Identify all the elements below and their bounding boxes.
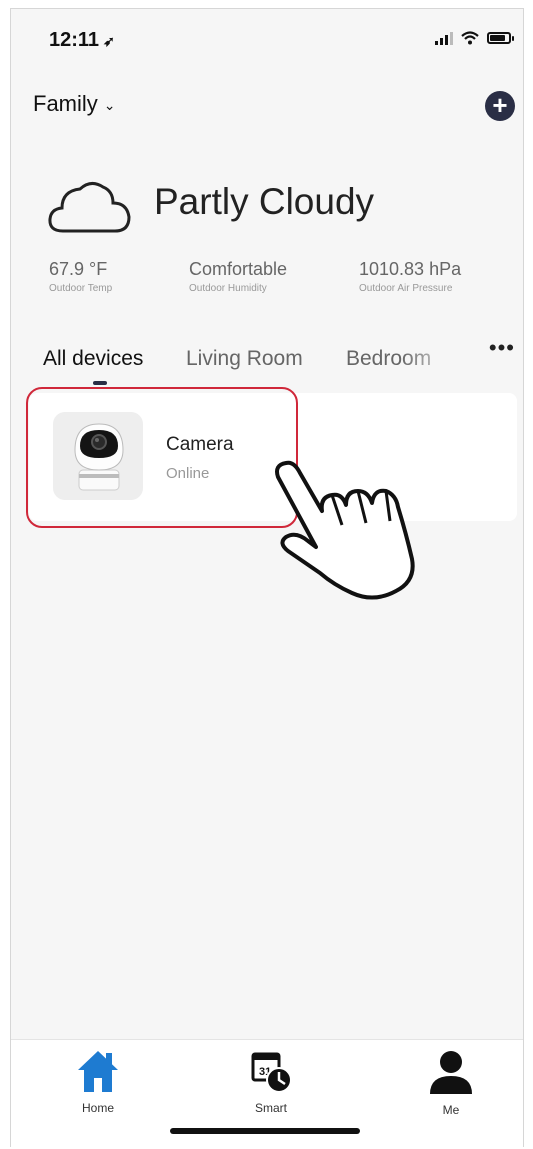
stat-value: 67.9 °F bbox=[49, 259, 108, 279]
location-arrow-icon: ➶ bbox=[103, 33, 115, 49]
tab-fade bbox=[401, 339, 461, 373]
add-device-button[interactable]: + bbox=[485, 91, 515, 121]
time-text: 12:11 bbox=[49, 29, 100, 51]
stat-value: Comfortable bbox=[189, 259, 288, 279]
status-time: 12:11 ➶ bbox=[49, 29, 115, 52]
outdoor-humidity: Comfortable Outdoor Humidity bbox=[189, 259, 287, 294]
phone-screen: 12:11 ➶ Family ⌄ + Partly Cloudy 67.9 °F … bbox=[10, 8, 524, 1147]
nav-label: Home bbox=[81, 1101, 114, 1115]
battery-icon bbox=[487, 32, 514, 44]
calendar-clock-icon: 31 bbox=[251, 1052, 292, 1093]
nav-label: Me bbox=[442, 1103, 460, 1117]
signal-icon bbox=[435, 31, 453, 45]
outdoor-air-pressure: 1010.83 hPa Outdoor Air Pressure bbox=[359, 259, 461, 294]
person-icon bbox=[430, 1051, 472, 1094]
home-selector[interactable]: Family ⌄ bbox=[33, 91, 116, 117]
device-status: Online bbox=[166, 465, 210, 482]
home-icon bbox=[78, 1051, 118, 1092]
device-name: Camera bbox=[166, 434, 234, 455]
stat-label: Outdoor Temp bbox=[49, 283, 113, 294]
tab-all-devices[interactable]: All devices bbox=[43, 347, 143, 371]
nav-smart[interactable]: 31 Smart bbox=[226, 1048, 316, 1115]
weather-condition: Partly Cloudy bbox=[154, 181, 375, 222]
status-bar: 12:11 ➶ bbox=[11, 9, 523, 69]
stat-value: 1010.83 hPa bbox=[359, 259, 462, 279]
outdoor-temp: 67.9 °F Outdoor Temp bbox=[49, 259, 112, 294]
nav-home[interactable]: Home bbox=[53, 1048, 143, 1115]
cloud-icon bbox=[48, 182, 131, 233]
security-camera-image[interactable] bbox=[53, 412, 143, 500]
nav-me[interactable]: Me bbox=[406, 1048, 496, 1117]
plus-icon: + bbox=[492, 90, 508, 120]
nav-label: Smart bbox=[254, 1101, 287, 1115]
chevron-down-icon: ⌄ bbox=[103, 97, 116, 113]
stat-label: Outdoor Humidity bbox=[189, 283, 267, 294]
active-tab-indicator bbox=[93, 381, 107, 385]
more-dots-icon[interactable]: ••• bbox=[489, 335, 515, 361]
home-indicator-bar bbox=[170, 1128, 360, 1134]
stat-label: Outdoor Air Pressure bbox=[359, 283, 453, 294]
pointing-hand-icon bbox=[275, 460, 415, 600]
home-name: Family bbox=[33, 91, 98, 116]
tab-living-room[interactable]: Living Room bbox=[186, 347, 303, 371]
wifi-icon bbox=[461, 31, 479, 45]
status-icons bbox=[435, 31, 514, 45]
